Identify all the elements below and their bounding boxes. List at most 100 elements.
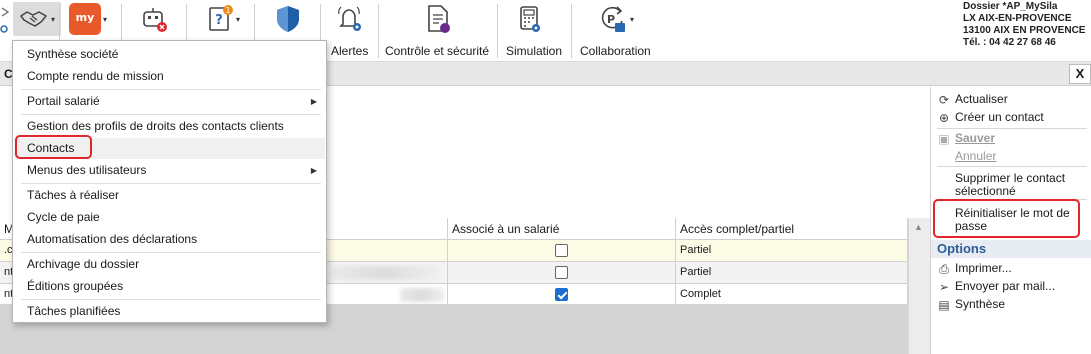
menu-item-taches-planifiees[interactable]: Tâches planifiées [14,301,325,322]
simulation-button[interactable] [512,2,546,36]
close-window-button[interactable]: X [1069,64,1091,84]
handshake-icon [20,11,47,27]
menu-item-label: Menus des utilisateurs [27,163,147,177]
menu-item-archivage[interactable]: Archivage du dossier [14,254,325,275]
synthese-label: Synthèse [955,297,1006,311]
settings-gear-icon[interactable] [0,2,12,36]
column-header-associe[interactable]: Associé à un salarié [448,218,676,240]
robot-button[interactable] [136,2,172,36]
divider [21,299,321,300]
menu-item-editions-groupees[interactable]: Éditions groupées [14,276,325,297]
submenu-arrow-icon: ▶ [310,97,317,106]
chevron-down-icon: ▾ [629,14,634,24]
controle-securite-label[interactable]: Contrôle et sécurité [385,44,489,58]
envoyer-label: Envoyer par mail... [955,279,1056,293]
help-button[interactable]: ? 1 ▾ [198,2,246,36]
envoyer-mail-action[interactable]: ➢ Envoyer par mail... [937,280,1055,294]
menu-item-gestion-profils[interactable]: Gestion des profils de droits des contac… [14,116,325,137]
actions-panel: ⟳ Actualiser ⊕ Créer un contact ▣ Sauver… [930,87,1091,354]
annuler-label: Annuler [955,149,997,163]
blank-icon [937,150,951,164]
menu-item-taches-realiser[interactable]: Tâches à réaliser [14,185,325,206]
myee-button[interactable]: my ee ▾ [64,2,112,54]
annuler-action[interactable]: Annuler [937,150,996,164]
associe-cell [448,240,676,262]
printer-icon: ⎙ [939,261,949,276]
menu-item-automatisation[interactable]: Automatisation des déclarations [14,229,325,250]
send-paper-plane-icon: ➢ [938,279,950,294]
company-name: LX AIX-EN-PROVENCE [963,13,1072,24]
menu-item-compte-rendu[interactable]: Compte rendu de mission [14,66,325,87]
summary-document-icon: ▤ [938,297,950,312]
collaboration-label[interactable]: Collaboration [580,44,651,58]
synthese-action[interactable]: ▤ Synthèse [937,298,1005,312]
company-phone: Tél. : 04 42 27 68 46 [963,37,1056,48]
divider [378,4,379,58]
blurred-text [400,288,444,302]
handshake-menu-button[interactable]: ▾ [13,2,61,36]
chevron-down-icon: ▾ [102,14,107,24]
svg-text:?: ? [215,13,223,28]
creer-contact-action[interactable]: ⊕ Créer un contact [937,111,1044,125]
associe-checkbox[interactable] [555,287,568,301]
blurred-text [330,266,440,280]
divider [21,252,321,253]
imprimer-action[interactable]: ⎙ Imprimer... [937,261,1012,276]
document-check-icon [428,5,450,33]
creer-contact-label: Créer un contact [955,110,1044,124]
acces-cell: Partiel [676,262,908,284]
options-heading: Options [931,240,1091,258]
supprimer-label-line2: sélectionné [955,184,1016,198]
robot-error-icon [143,8,167,32]
bell-gear-icon [338,6,361,31]
collaboration-button[interactable]: P ▾ [592,2,640,36]
supprimer-contact-action[interactable]: Supprimer le contact sélectionné [937,172,1065,198]
company-address: 13100 AIX EN PROVENCE [963,25,1086,36]
vertical-scrollbar[interactable]: ▲ [908,218,930,354]
simulation-label[interactable]: Simulation [506,44,562,58]
submenu-arrow-icon: ▶ [310,166,317,175]
divider [21,89,321,90]
help-book-icon: ? 1 [209,5,233,31]
menu-item-portail-salarie[interactable]: Portail salarié ▶ [14,91,325,112]
associe-cell [448,284,676,306]
highlight-box [933,199,1080,238]
imprimer-label: Imprimer... [955,261,1012,275]
svg-text:P: P [607,13,615,26]
menu-item-synthese-societe[interactable]: Synthèse société [14,44,325,65]
associe-checkbox[interactable] [555,243,568,257]
divider [497,4,498,58]
shield-icon [277,6,299,32]
calculator-gear-icon [520,6,540,32]
divider [937,128,1087,129]
actualiser-label: Actualiser [955,92,1008,106]
acces-cell: Complet [676,284,908,306]
security-shield-button[interactable] [270,2,306,36]
associe-cell [448,262,676,284]
controle-securite-button[interactable] [418,2,458,36]
myee-logo-icon: my ee [68,3,101,54]
sauver-label: Sauver [955,131,996,145]
company-info: Dossier *AP_MySila LX AIX-EN-PROVENCE 13… [963,1,1087,49]
divider [571,4,572,58]
acces-cell: Partiel [676,240,908,262]
divider [937,166,1087,167]
divider [21,183,321,184]
sauver-action[interactable]: ▣ Sauver [937,132,995,146]
dropdown-menu: Synthèse société Compte rendu de mission… [12,40,327,323]
menu-item-cycle-paie[interactable]: Cycle de paie [14,207,325,228]
associe-checkbox[interactable] [555,265,568,279]
save-disk-icon: ▣ [938,131,950,146]
scroll-up-arrow-icon[interactable]: ▲ [914,222,923,232]
menu-item-menus-utilisateurs[interactable]: Menus des utilisateurs ▶ [14,160,325,181]
column-header-acces[interactable]: Accès complet/partiel [676,218,908,240]
alertes-button[interactable] [333,2,367,36]
svg-text:1: 1 [225,6,230,15]
actualiser-action[interactable]: ⟳ Actualiser [937,93,1008,107]
chevron-down-icon: ▾ [235,14,240,24]
menu-item-label: Portail salarié [27,94,100,108]
company-dossier: Dossier *AP_MySila [963,1,1058,12]
alertes-label[interactable]: Alertes [331,44,368,58]
add-circle-icon: ⊕ [938,110,950,125]
highlight-box [15,135,92,159]
